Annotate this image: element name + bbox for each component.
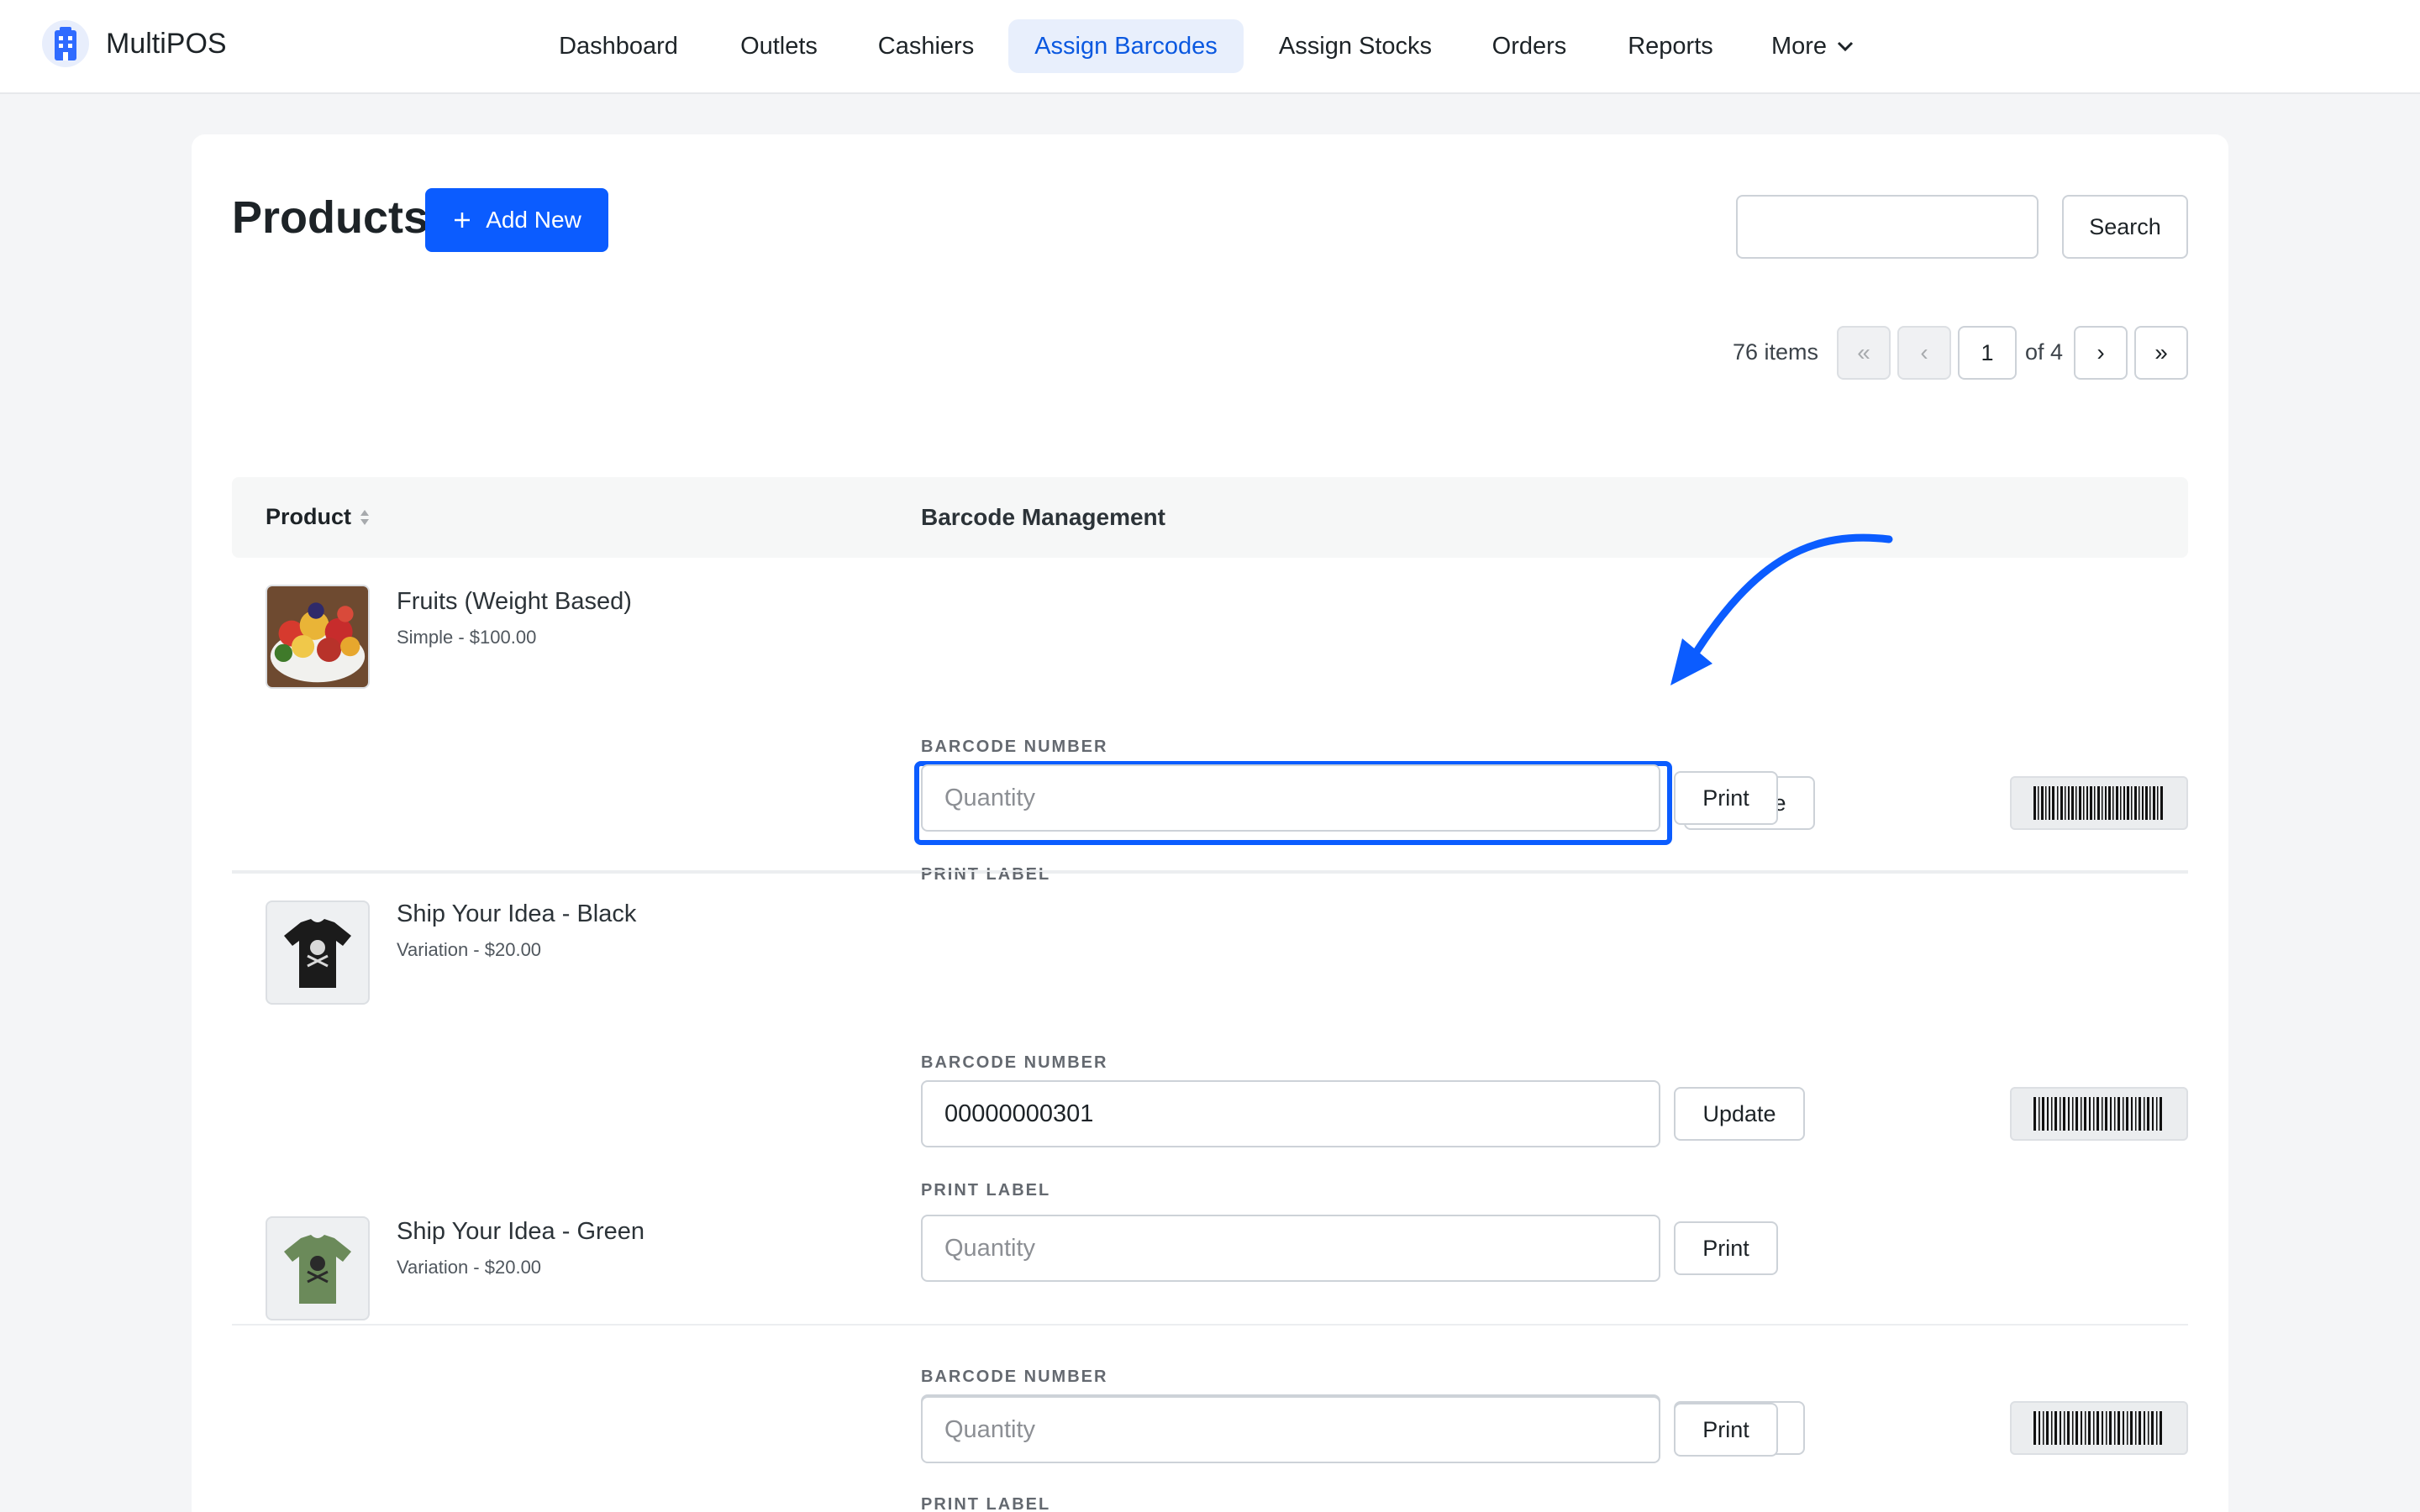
fruit-bowl-image: [267, 586, 368, 687]
quantity-input[interactable]: Quantity: [921, 1396, 1660, 1463]
top-navbar: MultiPOS Dashboard Outlets Cashiers Assi…: [0, 0, 2420, 94]
product-meta: Variation - $20.00: [397, 939, 542, 960]
quantity-input[interactable]: Quantity: [921, 764, 1660, 832]
print-button[interactable]: Print: [1674, 771, 1778, 825]
nav-assign-barcodes[interactable]: Assign Barcodes: [1008, 19, 1244, 73]
nav-more[interactable]: More: [1758, 19, 1867, 73]
search-input[interactable]: [1736, 195, 2039, 259]
barcode-icon: [2033, 786, 2163, 820]
current-page-input[interactable]: 1: [1958, 326, 2017, 380]
barcode-preview-button[interactable]: [2010, 1087, 2188, 1141]
product-thumbnail[interactable]: [266, 1216, 370, 1320]
column-barcode: Barcode Management: [921, 504, 1165, 530]
barcode-icon: [2033, 1411, 2162, 1445]
main-nav: Dashboard Outlets Cashiers Assign Barcod…: [0, 0, 2420, 94]
add-new-button[interactable]: Add New: [425, 188, 608, 252]
print-label-label: PRINT LABEL: [921, 1181, 1051, 1200]
barcode-icon: [2033, 1097, 2162, 1131]
green-tshirt-image: [284, 1235, 351, 1304]
sort-icon: [360, 509, 370, 525]
nav-reports[interactable]: Reports: [1612, 19, 1729, 73]
print-button[interactable]: Print: [1674, 1221, 1778, 1275]
nav-orders[interactable]: Orders: [1472, 19, 1586, 73]
quantity-input[interactable]: Quantity: [921, 1215, 1660, 1282]
barcode-number-label: BARCODE NUMBER: [921, 1368, 1108, 1386]
product-thumbnail[interactable]: [266, 900, 370, 1005]
barcode-number-label: BARCODE NUMBER: [921, 738, 1108, 756]
product-name[interactable]: Fruits (Weight Based): [397, 588, 632, 616]
print-label-label: PRINT LABEL: [921, 1495, 1051, 1512]
items-count: 76 items: [1733, 339, 1819, 365]
nav-more-label: More: [1770, 33, 1828, 60]
product-name[interactable]: Ship Your Idea - Green: [397, 1218, 644, 1246]
add-new-label: Add New: [486, 207, 581, 233]
search-button[interactable]: Search: [2062, 195, 2188, 259]
nav-dashboard[interactable]: Dashboard: [538, 19, 699, 73]
prev-page-button[interactable]: ‹: [1897, 326, 1951, 380]
chevron-down-icon: [1837, 41, 1854, 52]
first-page-button[interactable]: «: [1837, 326, 1891, 380]
print-label-label: PRINT LABEL: [921, 865, 1051, 884]
barcode-input[interactable]: 00000000301: [921, 1080, 1660, 1147]
barcode-preview-button[interactable]: [2010, 776, 2188, 830]
nav-outlets[interactable]: Outlets: [719, 19, 839, 73]
product-thumbnail[interactable]: [266, 585, 370, 689]
next-page-button[interactable]: ›: [2074, 326, 2128, 380]
product-name[interactable]: Ship Your Idea - Black: [397, 900, 636, 928]
barcode-preview-button[interactable]: [2010, 1401, 2188, 1455]
nav-cashiers[interactable]: Cashiers: [860, 19, 992, 73]
annotation-arrow-icon: [1670, 533, 1893, 685]
products-card: Products Add New Search 76 items « ‹ 1 o…: [192, 134, 2228, 1512]
plus-icon: [455, 213, 471, 228]
barcode-number-label: BARCODE NUMBER: [921, 1053, 1108, 1072]
product-meta: Variation - $20.00: [397, 1257, 542, 1278]
print-button[interactable]: Print: [1674, 1403, 1778, 1457]
column-product[interactable]: Product: [266, 504, 370, 530]
last-page-button[interactable]: »: [2134, 326, 2188, 380]
row-divider: [232, 870, 2188, 872]
total-pages: of 4: [2025, 339, 2064, 365]
update-button[interactable]: Update: [1674, 1087, 1805, 1141]
nav-assign-stocks[interactable]: Assign Stocks: [1264, 19, 1447, 73]
column-product-label: Product: [266, 504, 352, 529]
black-tshirt-image: [284, 919, 351, 988]
page-title: Products: [232, 192, 429, 243]
product-meta: Simple - $100.00: [397, 627, 537, 648]
row-divider: [232, 1324, 2188, 1326]
